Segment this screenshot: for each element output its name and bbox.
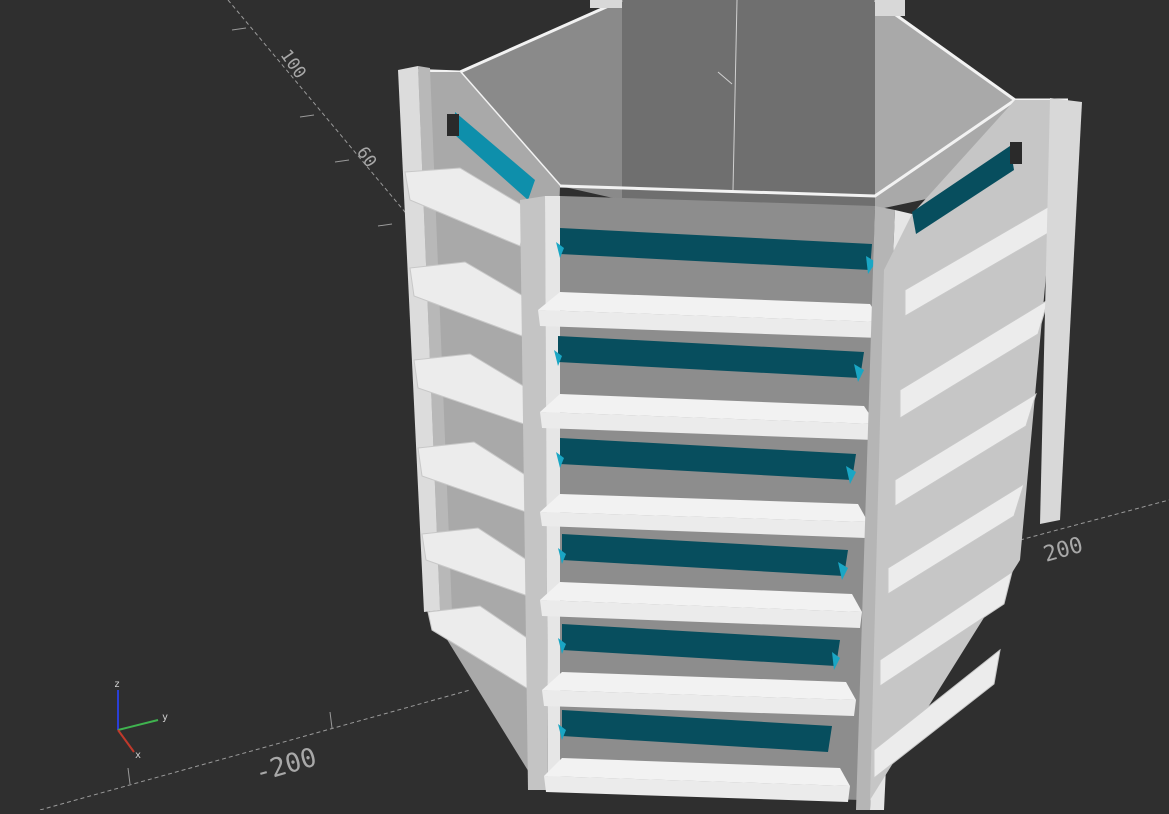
axis-orientation-indicator: z y x <box>114 679 168 761</box>
axis-label-x-neg200: -200 <box>252 743 320 789</box>
3d-viewport[interactable]: 100 60 -200 200 z y x <box>0 0 1169 811</box>
axis-label-y-100: 100 <box>276 46 310 83</box>
axis-indicator-y-label: y <box>162 712 168 723</box>
axis-label-y-60: 60 <box>352 143 380 171</box>
hex-tower-model[interactable] <box>398 0 1082 810</box>
axis-indicator-x-label: x <box>135 750 141 761</box>
axis-label-x-pos200: 200 <box>1041 533 1086 568</box>
axis-indicator-z-label: z <box>114 679 120 690</box>
